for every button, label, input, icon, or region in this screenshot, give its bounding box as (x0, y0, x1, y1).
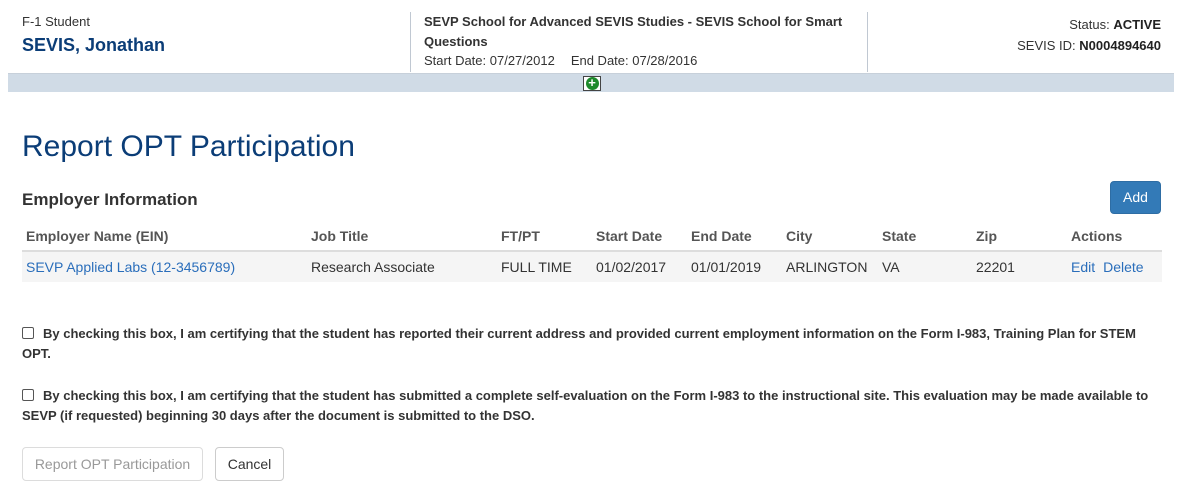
employer-table: Employer Name (EIN) Job Title FT/PT Star… (22, 222, 1162, 282)
student-header: F-1 Student SEVIS, Jonathan SEVP School … (8, 0, 1174, 74)
column-header-job-title: Job Title (307, 222, 497, 252)
column-header-ftpt: FT/PT (497, 222, 592, 252)
certify-address-checkbox[interactable] (22, 327, 34, 339)
header-collapse-bar: + (8, 74, 1174, 92)
sevis-id-line: SEVIS ID: N0004894640 (1017, 35, 1161, 56)
column-header-city: City (782, 222, 878, 252)
actions-cell: Edit Delete (1067, 251, 1162, 282)
column-header-zip: Zip (972, 222, 1067, 252)
add-employer-button[interactable]: Add (1110, 181, 1161, 214)
state-cell: VA (878, 251, 972, 282)
end-date-cell: 01/01/2019 (687, 251, 782, 282)
edit-link[interactable]: Edit (1071, 259, 1095, 275)
page-title: Report OPT Participation (22, 130, 355, 163)
city-cell: ARLINGTON (782, 251, 878, 282)
sevis-id-value: N0004894640 (1079, 38, 1161, 53)
student-name: SEVIS, Jonathan (22, 35, 166, 55)
report-opt-button[interactable]: Report OPT Participation (22, 447, 203, 481)
sevis-id-label: SEVIS ID: (1017, 38, 1076, 53)
ftpt-cell: FULL TIME (497, 251, 592, 282)
certify-evaluation-checkbox[interactable] (22, 389, 34, 401)
school-info: SEVP School for Advanced SEVIS Studies -… (410, 12, 868, 72)
cancel-button[interactable]: Cancel (215, 447, 284, 481)
program-end-date: End Date: 07/28/2016 (570, 53, 698, 68)
column-header-state: State (878, 222, 972, 252)
certify-evaluation-text: By checking this box, I am certifying th… (22, 388, 1149, 423)
start-date-cell: 01/02/2017 (592, 251, 687, 282)
table-row: SEVP Applied Labs (12-3456789) Research … (22, 251, 1162, 282)
certification-address: By checking this box, I am certifying th… (22, 324, 1162, 364)
employer-cell: SEVP Applied Labs (12-3456789) (22, 251, 307, 282)
school-name: SEVP School for Advanced SEVIS Studies -… (424, 14, 843, 49)
column-header-start-date: Start Date (592, 222, 687, 252)
status-line: Status: ACTIVE (1017, 14, 1161, 35)
job-title-cell: Research Associate (307, 251, 497, 282)
status-value: ACTIVE (1113, 17, 1161, 32)
program-start-date: Start Date: 07/27/2012 (424, 53, 555, 68)
column-header-employer: Employer Name (EIN) (22, 222, 307, 252)
table-header-row: Employer Name (EIN) Job Title FT/PT Star… (22, 222, 1162, 252)
plus-circle-icon: + (585, 76, 599, 90)
section-title: Employer Information (22, 190, 198, 209)
school-dates: Start Date: 07/27/2012 End Date: 07/28/20… (424, 52, 857, 70)
status-info: Status: ACTIVE SEVIS ID: N0004894640 (1017, 14, 1161, 56)
employer-link[interactable]: SEVP Applied Labs (12-3456789) (26, 259, 235, 275)
column-header-end-date: End Date (687, 222, 782, 252)
certify-address-text: By checking this box, I am certifying th… (22, 326, 1136, 361)
delete-link[interactable]: Delete (1103, 259, 1143, 275)
zip-cell: 22201 (972, 251, 1067, 282)
certification-evaluation: By checking this box, I am certifying th… (22, 386, 1162, 426)
student-type: F-1 Student (22, 14, 90, 29)
status-label: Status: (1069, 17, 1110, 32)
column-header-actions: Actions (1067, 222, 1162, 252)
expand-icon[interactable]: + (583, 76, 601, 91)
